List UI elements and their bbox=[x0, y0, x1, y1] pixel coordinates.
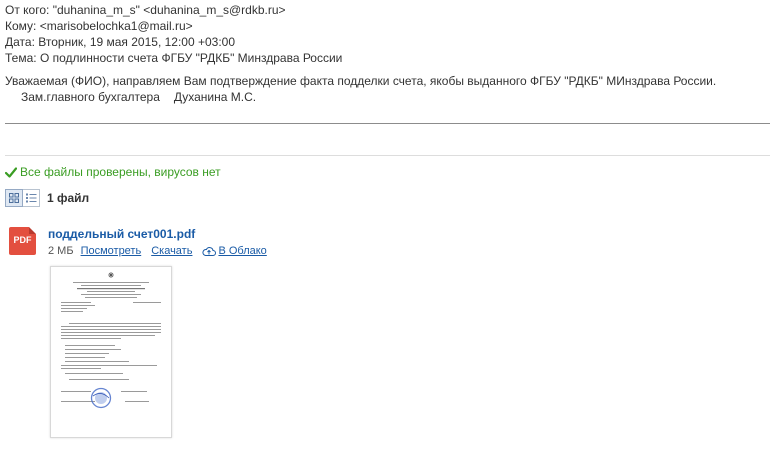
download-link[interactable]: Скачать bbox=[151, 244, 192, 258]
save-to-cloud[interactable]: В Облако bbox=[202, 244, 267, 258]
date-label: Дата: bbox=[5, 35, 35, 49]
list-view-icon bbox=[25, 193, 36, 203]
attachment-size: 2 МБ bbox=[48, 245, 74, 257]
subject-value: О подлинности счета ФГБУ "РДКБ" Минздрав… bbox=[39, 51, 343, 65]
view-link[interactable]: Посмотреть bbox=[81, 244, 142, 258]
attachment-actions: 2 МБ Посмотреть Скачать В Облако bbox=[48, 244, 267, 258]
attachment-preview[interactable] bbox=[50, 266, 172, 438]
scan-status-text: Все файлы проверены, вирусов нет bbox=[20, 165, 221, 179]
attachment-name[interactable]: поддельный счет001.pdf bbox=[48, 226, 195, 242]
checkmark-icon bbox=[5, 166, 17, 178]
to-line: Кому: <marisobelochka1@mail.ru> bbox=[5, 18, 342, 34]
date-line: Дата: Вторник, 19 мая 2015, 12:00 +03:00 bbox=[5, 34, 342, 50]
subject-label: Тема: bbox=[5, 51, 37, 65]
cloud-link[interactable]: В Облако bbox=[218, 244, 266, 258]
divider bbox=[5, 155, 770, 156]
view-toggle bbox=[5, 189, 40, 207]
to-value[interactable]: <marisobelochka1@mail.ru> bbox=[40, 19, 193, 33]
from-value[interactable]: "duhanina_m_s" <duhanina_m_s@rdkb.ru> bbox=[53, 3, 286, 17]
signature-name: Духанина М.С. bbox=[173, 90, 257, 104]
body-paragraph: Уважаемая (ФИО), направляем Вам подтверж… bbox=[5, 74, 717, 88]
list-view-button[interactable] bbox=[23, 189, 40, 207]
virus-scan-status: Все файлы проверены, вирусов нет bbox=[5, 164, 221, 180]
to-label: Кому: bbox=[5, 19, 37, 33]
signature-line: Зам.главного бухгалтера Духанина М.С. bbox=[5, 89, 716, 105]
message-header: От кого: "duhanina_m_s" <duhanina_m_s@rd… bbox=[5, 2, 342, 66]
signature-title: Зам.главного бухгалтера bbox=[21, 90, 160, 104]
document-thumbnail bbox=[61, 272, 161, 409]
grid-view-button[interactable] bbox=[5, 189, 23, 207]
from-line: От кого: "duhanina_m_s" <duhanina_m_s@rd… bbox=[5, 2, 342, 18]
stamp-icon bbox=[90, 387, 112, 409]
message-body: Уважаемая (ФИО), направляем Вам подтверж… bbox=[5, 73, 716, 105]
emblem-icon bbox=[108, 272, 114, 278]
from-label: От кого: bbox=[5, 3, 50, 17]
date-value: Вторник, 19 мая 2015, 12:00 +03:00 bbox=[38, 35, 236, 49]
cloud-upload-icon bbox=[202, 246, 217, 256]
pdf-icon-label: PDF bbox=[13, 235, 32, 245]
grid-view-icon bbox=[9, 193, 19, 203]
subject-line: Тема: О подлинности счета ФГБУ "РДКБ" Ми… bbox=[5, 50, 342, 66]
attachment-count: 1 файл bbox=[47, 191, 90, 205]
divider bbox=[5, 123, 770, 124]
pdf-file-icon[interactable]: PDF bbox=[9, 227, 36, 255]
